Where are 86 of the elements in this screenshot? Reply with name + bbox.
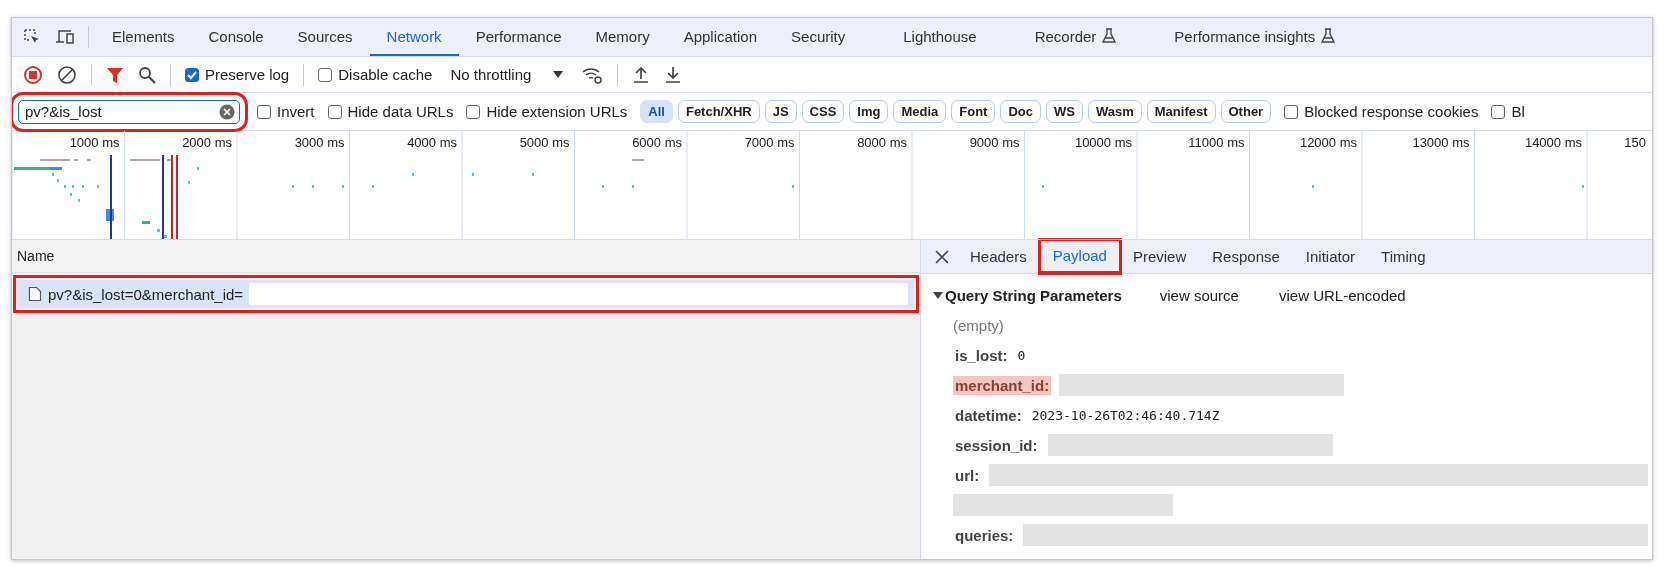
type-filter-chip[interactable]: Font	[951, 100, 996, 123]
type-filter-chip[interactable]: Doc	[1000, 100, 1041, 123]
time-tick-label: 14000 ms	[1524, 135, 1582, 150]
close-icon[interactable]	[935, 249, 949, 264]
device-toolbar-icon[interactable]	[54, 27, 76, 47]
time-tick-label: 9000 ms	[969, 135, 1020, 150]
clear-icon[interactable]	[219, 103, 235, 120]
checkbox[interactable]	[1491, 104, 1506, 119]
caret-icon	[553, 70, 564, 79]
type-filter-chip[interactable]: Wasm	[1087, 100, 1142, 123]
column-header: Name	[17, 248, 55, 264]
section-title: Query String Parameters	[945, 286, 1122, 304]
panel-tab[interactable]: Performance insights	[1157, 18, 1353, 56]
detail-tab[interactable]: Response	[1199, 240, 1293, 273]
filter-icon[interactable]	[106, 65, 124, 84]
detail-tab[interactable]: Timing	[1368, 240, 1439, 273]
time-tick-label: 150	[1624, 135, 1646, 150]
detail-tab[interactable]: Payload	[1039, 240, 1120, 273]
panel-tab[interactable]: Console	[191, 18, 281, 56]
detail-tab[interactable]: Initiator	[1292, 240, 1369, 273]
panel-tab[interactable]: Security	[774, 18, 863, 56]
panel-tab[interactable]: Lighthouse	[886, 18, 994, 56]
time-tick-label: 3000 ms	[294, 135, 345, 150]
clear-icon[interactable]	[57, 64, 77, 85]
time-tick-label: 11000 ms	[1188, 135, 1245, 150]
time-tick-label: 12000 ms	[1299, 135, 1357, 150]
time-tick-label: 10000 ms	[1074, 135, 1132, 150]
request-name: pv?&is_lost=0&merchant_id=	[48, 285, 244, 303]
checkbox-label: Hide data URLs	[347, 103, 454, 120]
param-value: 2023-10-26T02:46:40.714Z	[1031, 407, 1220, 423]
type-filter-chip[interactable]: WS	[1046, 100, 1083, 123]
checkbox[interactable]	[257, 104, 271, 119]
checkbox[interactable]	[466, 104, 481, 119]
panel-tab[interactable]: Recorder	[1017, 18, 1134, 56]
time-tick-label: 8000 ms	[857, 135, 907, 150]
type-filter-chip[interactable]: Img	[849, 100, 889, 123]
panel-tab[interactable]: Elements	[95, 18, 192, 56]
panel-tab[interactable]: Application	[666, 18, 775, 56]
param-name: merchant_id:	[953, 375, 1052, 395]
document-icon	[28, 286, 42, 302]
type-filter-chip[interactable]: JS	[764, 100, 797, 123]
type-filter-chip[interactable]: Manifest	[1146, 100, 1216, 123]
time-tick-label: 7000 ms	[744, 135, 795, 150]
request-row[interactable]: pv?&is_lost=0&merchant_id=	[18, 280, 914, 308]
checkbox-label: Preserve log	[205, 66, 290, 83]
param-name: session_id:	[954, 435, 1039, 455]
upload-icon[interactable]	[632, 64, 651, 85]
type-filter-chip[interactable]: All	[640, 100, 673, 123]
param-name: datetime:	[954, 405, 1023, 425]
time-tick-label: 5000 ms	[519, 135, 570, 150]
detail-tab[interactable]: Preview	[1119, 240, 1200, 273]
time-tick-label: 13000 ms	[1412, 135, 1470, 150]
time-tick-label: 1000 ms	[69, 135, 120, 150]
param-name: url:	[954, 465, 981, 485]
empty-label: (empty)	[953, 316, 1004, 334]
checkbox-label: Invert	[277, 103, 315, 120]
param-value: 0	[1017, 347, 1026, 363]
checkbox[interactable]	[1284, 104, 1299, 119]
panel-tab[interactable]: Sources	[280, 18, 370, 56]
stop-recording-icon[interactable]	[23, 64, 43, 85]
checkbox-label: Disable cache	[338, 66, 433, 83]
checkbox-label: Blocked response cookies	[1304, 103, 1479, 120]
expand-triangle-icon[interactable]	[933, 290, 943, 300]
type-filter-chip[interactable]: Media	[893, 100, 947, 123]
time-tick-label: 6000 ms	[632, 135, 682, 150]
checkbox[interactable]	[327, 104, 342, 119]
panel-tab[interactable]: Memory	[578, 18, 667, 56]
param-name: is_lost:	[954, 345, 1009, 365]
disable-cache-checkbox[interactable]	[318, 67, 333, 82]
panel-tab[interactable]: Performance	[458, 18, 579, 56]
preserve-log-checkbox[interactable]	[185, 67, 199, 82]
view-toggle-link[interactable]: view URL-encoded	[1278, 286, 1406, 304]
download-icon[interactable]	[664, 64, 683, 85]
time-tick-label: 4000 ms	[407, 135, 457, 150]
type-filter-chip[interactable]: CSS	[801, 100, 845, 123]
checkbox-label: Bl	[1511, 103, 1525, 120]
checkbox-label: Hide extension URLs	[486, 103, 628, 120]
throttling-dropdown[interactable]: No throttling	[446, 66, 568, 83]
search-icon[interactable]	[138, 65, 156, 84]
view-toggle-link[interactable]: view source	[1159, 286, 1239, 304]
type-filter-chip[interactable]: Fetch/XHR	[677, 100, 760, 123]
detail-tab[interactable]: Headers	[957, 240, 1040, 273]
panel-tab[interactable]: Network	[369, 18, 459, 56]
time-tick-label: 2000 ms	[182, 135, 232, 150]
type-filter-chip[interactable]: Other	[1220, 100, 1272, 123]
param-name: queries:	[954, 525, 1015, 545]
